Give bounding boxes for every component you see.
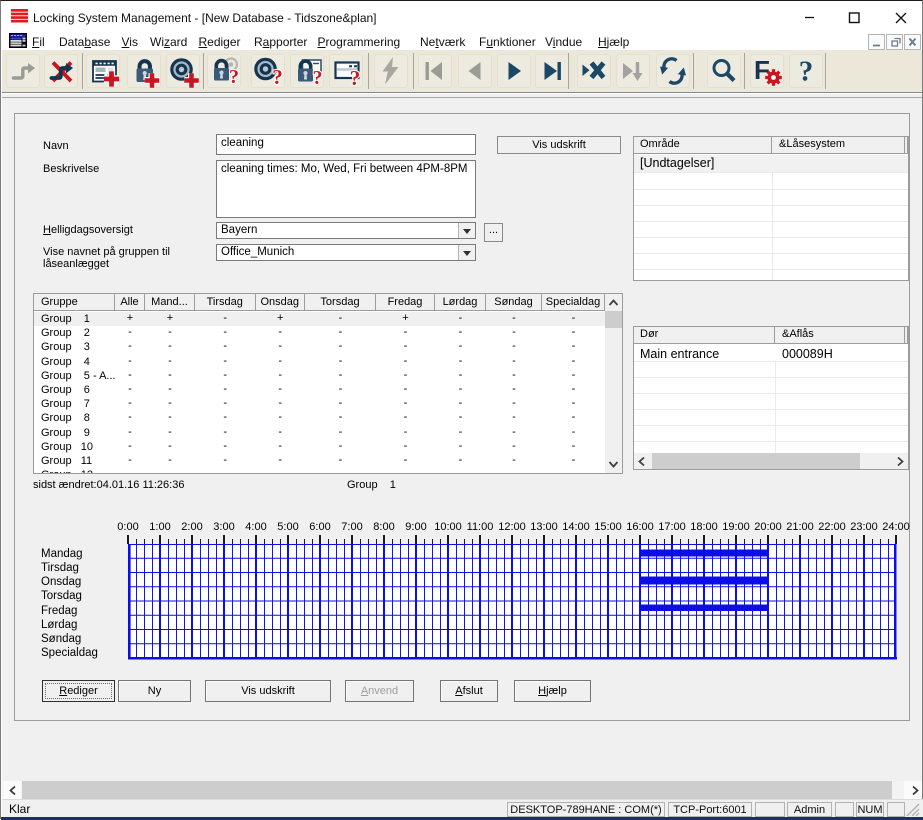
svg-text:?: ? bbox=[349, 66, 360, 88]
svg-text:?: ? bbox=[798, 56, 813, 88]
svg-text:?: ? bbox=[312, 67, 322, 88]
svg-text:?: ? bbox=[272, 65, 283, 88]
svg-text:F: F bbox=[754, 55, 770, 85]
svg-text:?: ? bbox=[229, 66, 239, 88]
